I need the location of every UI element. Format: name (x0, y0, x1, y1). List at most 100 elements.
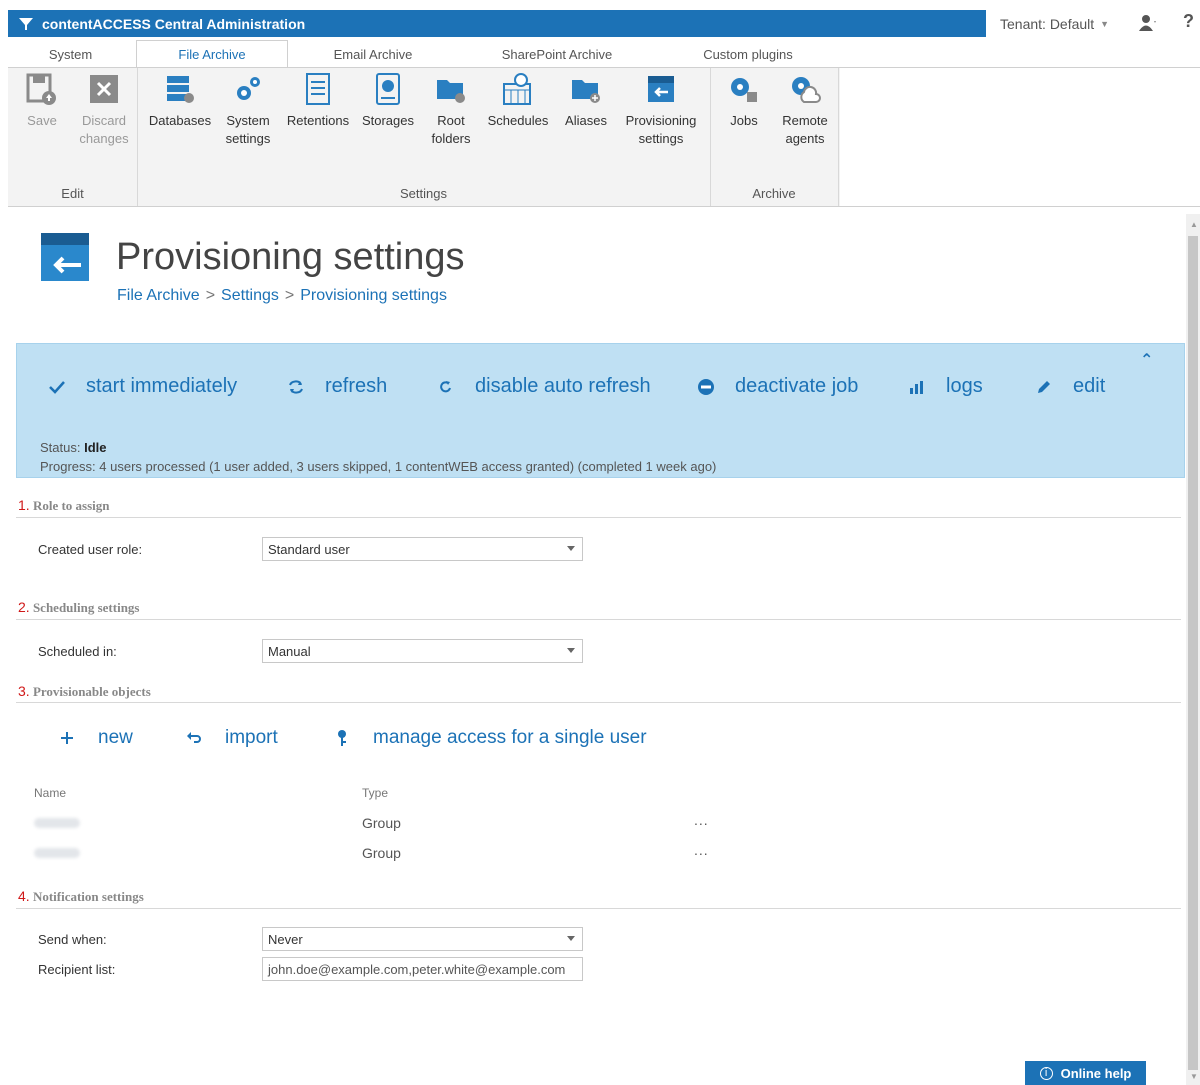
ribbon-group-settings-label: Settings (400, 186, 447, 201)
chevron-down-icon: ▼ (1100, 18, 1110, 29)
column-header-type[interactable]: Type (362, 786, 388, 800)
recipient-list-input[interactable]: john.doe@example.com,peter.white@example… (262, 957, 583, 981)
job-status: Status: Idle (40, 440, 107, 455)
remote-label-1: Remote (782, 113, 828, 128)
save-button[interactable]: Save (22, 72, 62, 130)
scheduled-in-select[interactable]: Manual (262, 639, 583, 663)
schedules-button[interactable]: Schedules (485, 72, 551, 130)
help-icon[interactable]: ? (1183, 11, 1194, 32)
retentions-button[interactable]: Retentions (283, 72, 353, 130)
breadcrumb: File Archive > Settings > Provisioning setti… (117, 287, 447, 305)
breadcrumb-settings[interactable]: Settings (221, 287, 279, 304)
import-label: import (225, 727, 278, 748)
job-action-panel (16, 343, 1185, 478)
deactivate-job-button[interactable]: deactivate job (697, 375, 858, 398)
provisioning-settings-button[interactable]: Provisioning settings (620, 72, 702, 148)
edit-label: edit (1073, 375, 1106, 397)
tab-bar: System File Archive Email Archive ShareP… (8, 40, 1200, 68)
created-user-role-value: Standard user (268, 541, 350, 557)
breadcrumb-file-archive[interactable]: File Archive (117, 287, 200, 304)
remote-label-2: agents (785, 131, 825, 146)
minus-circle-icon (697, 378, 715, 396)
tab-custom-plugins[interactable]: Custom plugins (673, 40, 823, 68)
user-menu-icon[interactable] (1138, 14, 1158, 32)
storages-button[interactable]: Storages (358, 72, 418, 130)
refresh-button[interactable]: refresh (287, 375, 387, 398)
tab-sharepoint-archive[interactable]: SharePoint Archive (478, 40, 636, 68)
ribbon-group-edit-label: Edit (61, 186, 84, 201)
created-user-role-select[interactable]: Standard user (262, 537, 583, 561)
jobs-button[interactable]: Jobs (724, 72, 764, 130)
scheduled-in-label: Scheduled in: (38, 644, 117, 659)
remote-agents-button[interactable]: Remote agents (777, 72, 833, 148)
import-button[interactable]: import (185, 727, 278, 749)
scroll-down-arrow-icon[interactable]: ▼ (1190, 1072, 1198, 1081)
discard-changes-button[interactable]: Discard changes (74, 72, 134, 148)
ribbon-divider (8, 206, 1200, 207)
save-icon (26, 73, 56, 105)
checkmark-icon (48, 378, 66, 396)
tab-system[interactable]: System (8, 40, 133, 68)
provisioning-icon (648, 76, 674, 102)
section-number: 3. (18, 683, 30, 699)
root-label-2: folders (431, 131, 471, 146)
folder-gear-icon (437, 80, 465, 103)
manage-access-label: manage access for a single user (373, 727, 647, 748)
ribbon-group-archive-label: Archive (752, 186, 796, 201)
jobs-label: Jobs (730, 113, 758, 128)
breadcrumb-separator: > (284, 287, 295, 304)
section-number: 4. (18, 888, 30, 904)
section-number: 1. (18, 497, 30, 513)
breadcrumb-separator: > (205, 287, 216, 304)
disable-auto-refresh-button[interactable]: disable auto refresh (437, 375, 651, 398)
send-when-label: Send when: (38, 932, 107, 947)
gears-icon (237, 77, 260, 100)
row-more-options-icon[interactable]: ... (694, 812, 709, 828)
new-object-button[interactable]: new (58, 727, 133, 749)
created-user-role-label: Created user role: (38, 542, 143, 557)
start-immediately-button[interactable]: start immediately (48, 375, 237, 398)
refresh-icon (287, 378, 305, 396)
section-notification-heading: 4. Notification settings (18, 888, 144, 905)
provisioning-page-icon (41, 233, 89, 281)
collapse-up-icon[interactable]: ⌃ (1140, 350, 1153, 370)
status-label: Status: (40, 440, 81, 455)
edit-button[interactable]: edit (1035, 375, 1105, 398)
tenant-selector[interactable]: Tenant: Default ▼ (1000, 10, 1109, 37)
new-label: new (98, 727, 133, 748)
online-help-label: Online help (1060, 1065, 1132, 1081)
funnel-logo-icon (19, 17, 33, 30)
dropdown-arrow-icon (567, 546, 575, 551)
info-icon: i (1039, 1066, 1053, 1080)
root-folders-button[interactable]: Root folders (426, 72, 476, 148)
title-bar: contentACCESS Central Administration (8, 10, 986, 37)
storage-icon (376, 73, 400, 105)
send-when-select[interactable]: Never (262, 927, 583, 951)
app-title: contentACCESS Central Administration (42, 15, 306, 32)
scrollbar-thumb[interactable] (1188, 236, 1198, 1070)
breadcrumb-provisioning-settings: Provisioning settings (300, 287, 447, 304)
scroll-up-arrow-icon[interactable]: ▲ (1190, 220, 1198, 229)
system-label-2: settings (225, 131, 271, 146)
online-help-button[interactable]: i Online help (1025, 1061, 1146, 1085)
logs-button[interactable]: logs (908, 375, 983, 398)
section-title: Notification settings (32, 889, 144, 904)
system-settings-button[interactable]: System settings (220, 72, 276, 148)
tab-email-archive[interactable]: Email Archive (298, 40, 448, 68)
databases-label: Databases (148, 113, 212, 128)
section-role-heading: 1. Role to assign (18, 497, 110, 514)
row-name-blurred (34, 848, 80, 858)
databases-button[interactable]: Databases (147, 72, 213, 130)
scheduled-in-value: Manual (268, 643, 311, 659)
column-header-name[interactable]: Name (34, 786, 66, 800)
aliases-button[interactable]: Aliases (561, 72, 611, 130)
manage-single-user-access-button[interactable]: manage access for a single user (333, 727, 647, 749)
section-divider (16, 517, 1181, 518)
auto-refresh-icon (437, 378, 455, 396)
plus-icon (58, 731, 76, 745)
section-divider (16, 619, 1181, 620)
row-more-options-icon[interactable]: ... (694, 842, 709, 858)
bar-chart-icon (908, 378, 926, 396)
jobs-gear-icon (731, 78, 757, 102)
tab-file-archive[interactable]: File Archive (136, 40, 288, 68)
